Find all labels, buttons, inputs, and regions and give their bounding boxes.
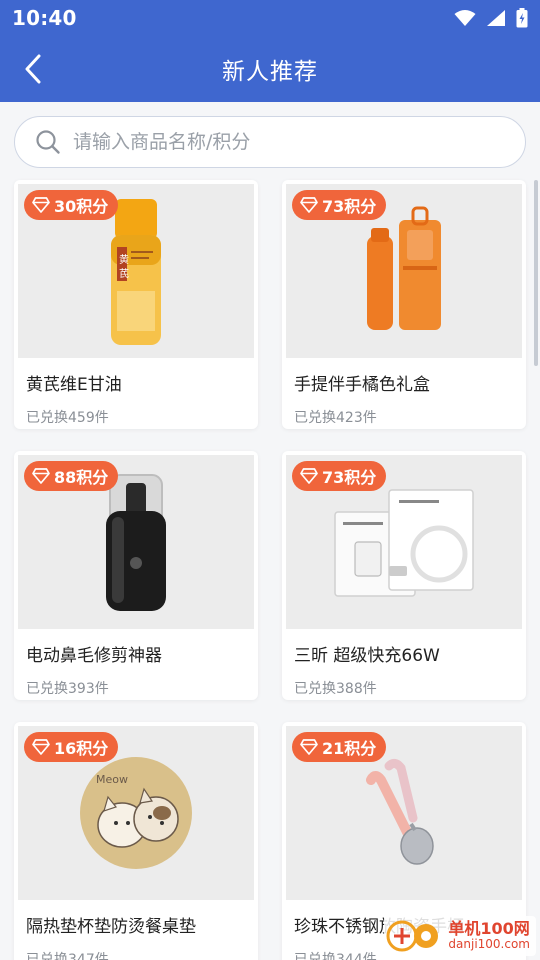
points-badge: 21积分	[292, 732, 387, 762]
product-title: 电动鼻毛修剪神器	[26, 646, 162, 666]
product-image: 88积分	[18, 455, 254, 629]
search-input[interactable]	[73, 131, 525, 153]
product-image: 73积分	[286, 184, 522, 358]
status-icons	[454, 8, 528, 28]
card-info: 三昕 超级快充66W 已兑换388件	[282, 629, 526, 698]
points-badge: 88积分	[24, 461, 119, 491]
points-badge: 16积分	[24, 732, 119, 762]
diamond-icon	[300, 738, 318, 756]
watermark-text: 单机100网 danji100.com	[448, 919, 530, 952]
product-title: 隔热垫杯垫防烫餐桌垫	[26, 917, 196, 937]
points-value: 16积分	[54, 739, 109, 758]
product-title: 手提伴手橘色礼盒	[294, 375, 430, 395]
scrollbar-thumb[interactable]	[534, 180, 538, 366]
redeemed-count: 已兑换388件	[294, 681, 377, 697]
product-card[interactable]: Meow 16积分 隔热垫杯垫防烫餐桌垫 已兑换347件	[14, 722, 258, 960]
page-title: 新人推荐	[222, 59, 318, 85]
points-badge: 73积分	[292, 190, 387, 220]
card-info: 手提伴手橘色礼盒 已兑换423件	[282, 358, 526, 427]
back-button[interactable]	[16, 52, 50, 86]
product-title: 黄芪维E甘油	[26, 375, 122, 395]
card-info: 隔热垫杯垫防烫餐桌垫 已兑换347件	[14, 900, 258, 960]
search-section	[0, 102, 540, 168]
status-time: 10:40	[12, 6, 77, 30]
svg-text:Meow: Meow	[96, 773, 128, 786]
product-image: Meow 16积分	[18, 726, 254, 900]
points-badge: 73积分	[292, 461, 387, 491]
search-icon	[35, 129, 61, 155]
points-value: 21积分	[322, 739, 377, 758]
watermark-logo-icon	[386, 920, 439, 952]
product-card[interactable]: 73积分 手提伴手橘色礼盒 已兑换423件	[282, 180, 526, 429]
points-value: 73积分	[322, 468, 377, 487]
signal-icon	[486, 9, 506, 27]
diamond-icon	[32, 738, 50, 756]
watermark-title: 单机100网	[448, 919, 530, 939]
product-card[interactable]: 73积分 三昕 超级快充66W 已兑换388件	[282, 451, 526, 700]
site-watermark: 单机100网 danji100.com	[384, 916, 536, 956]
product-card[interactable]: 88积分 电动鼻毛修剪神器 已兑换393件	[14, 451, 258, 700]
battery-icon	[516, 8, 528, 28]
orange-bottle-image	[367, 206, 441, 330]
card-info: 电动鼻毛修剪神器 已兑换393件	[14, 629, 258, 698]
app-screen: 10:40 新人推荐 请输入商品名称/积分 黄 芪 30积分 黄芪维E甘油 已兑…	[0, 0, 540, 960]
product-grid: 黄 芪 30积分 黄芪维E甘油 已兑换459件 73积分 手提伴手橘色礼盒 已兑…	[14, 180, 526, 960]
diamond-icon	[300, 467, 318, 485]
diamond-icon	[300, 196, 318, 214]
charger-box-image	[334, 489, 474, 597]
svg-text:芪: 芪	[119, 267, 129, 280]
diamond-icon	[32, 467, 50, 485]
redeemed-count: 已兑换347件	[26, 952, 109, 960]
redeemed-count: 已兑换393件	[26, 681, 109, 697]
product-image: 黄 芪 30积分	[18, 184, 254, 358]
svg-text:黄: 黄	[119, 253, 129, 266]
product-card[interactable]: 黄 芪 30积分 黄芪维E甘油 已兑换459件	[14, 180, 258, 429]
wifi-icon	[454, 9, 476, 27]
nav-bar: 新人推荐	[0, 36, 540, 102]
product-image: 73积分	[286, 455, 522, 629]
redeemed-count: 已兑换459件	[26, 410, 109, 426]
points-value: 30积分	[54, 197, 109, 216]
redeemed-count: 已兑换423件	[294, 410, 377, 426]
points-value: 88积分	[54, 468, 109, 487]
spoon-image	[366, 758, 434, 865]
watermark-url: danji100.com	[448, 937, 530, 952]
product-image: 21积分	[286, 726, 522, 900]
diamond-icon	[32, 196, 50, 214]
status-bar: 10:40	[0, 0, 540, 36]
points-badge: 30积分	[24, 190, 119, 220]
points-value: 73积分	[322, 197, 377, 216]
card-info: 黄芪维E甘油 已兑换459件	[14, 358, 258, 427]
chevron-left-icon	[25, 54, 41, 84]
search-box[interactable]	[14, 116, 526, 168]
cat-coaster-image: Meow	[80, 757, 192, 869]
product-title: 三昕 超级快充66W	[294, 646, 440, 666]
